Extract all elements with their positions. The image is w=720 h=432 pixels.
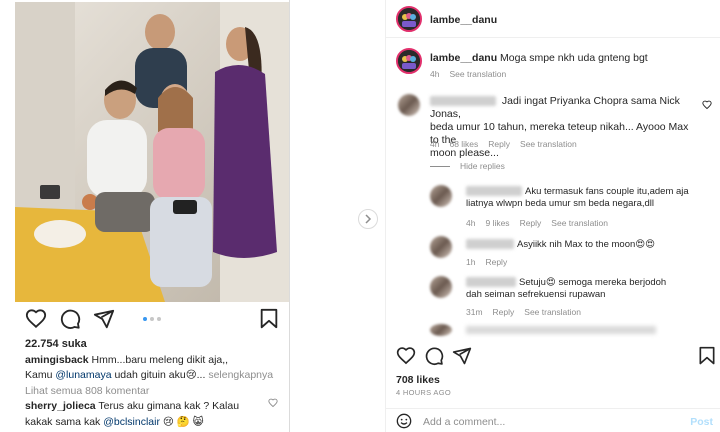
comment-username[interactable]: amingisback: [25, 354, 89, 366]
replies-divider: [430, 165, 450, 167]
comment-heart-icon[interactable]: [702, 100, 712, 110]
comment-time[interactable]: 4h: [466, 218, 475, 228]
comment-input[interactable]: Add a comment...: [423, 416, 505, 428]
reply-button[interactable]: Reply: [520, 218, 542, 228]
comment-text: Asyiikk nih Max to the moon😍😍: [517, 239, 656, 250]
comment-icon[interactable]: [59, 308, 81, 330]
comment-meta: 4h 9 likes Reply See translation: [466, 218, 618, 228]
carousel-dot-active: [143, 317, 147, 321]
reply-comment: Setuju😍 semoga mereka berjodoh dah seima…: [466, 277, 696, 301]
reply-button[interactable]: Reply: [493, 307, 515, 317]
carousel-dots: [143, 317, 161, 321]
blurred-comment: [466, 326, 656, 334]
reply-button[interactable]: Reply: [485, 257, 507, 267]
add-comment-bar: Add a comment... Post: [386, 408, 720, 432]
caption-text: Moga smpe nkh uda gnteng bgt: [500, 52, 648, 64]
post-photo-illustration: [15, 2, 289, 302]
comment-time[interactable]: 4h: [430, 139, 439, 149]
see-translation-link[interactable]: See translation: [551, 218, 608, 228]
comment-text: Aku termasuk fans couple itu,adem aja: [525, 186, 689, 197]
chevron-right-icon: [365, 214, 372, 224]
post-time[interactable]: 4 HOURS AGO: [396, 388, 451, 397]
bookmark-icon[interactable]: [259, 308, 279, 330]
see-translation-link[interactable]: See translation: [524, 307, 581, 317]
comment-text: kakak sama kak: [25, 416, 104, 428]
emoji-icon[interactable]: [396, 413, 412, 429]
comment-likes[interactable]: 68 likes: [449, 139, 478, 149]
header-username[interactable]: lambe__danu: [430, 14, 497, 26]
comment-line: Aku termasuk fans couple itu,adem aja: [466, 186, 696, 198]
caption-time[interactable]: 4h: [430, 69, 439, 79]
reply-button[interactable]: Reply: [488, 139, 510, 149]
comment-line: Jadi ingat Priyanka Chopra sama Nick Jon…: [430, 95, 700, 121]
comment-text: Terus aku gimana kak ? Kalau: [98, 400, 240, 412]
see-translation-link[interactable]: See translation: [520, 139, 577, 149]
carousel-next-button[interactable]: [358, 209, 378, 229]
bookmark-icon[interactable]: [698, 346, 716, 366]
avatar[interactable]: [430, 185, 452, 207]
comment-text: 😢 🤔 😸: [159, 416, 204, 428]
like-count[interactable]: 22.754 suka: [25, 338, 87, 350]
comment-heart-icon[interactable]: [268, 398, 278, 408]
avatar[interactable]: [398, 94, 420, 116]
comment-meta: 31m Reply See translation: [466, 307, 591, 317]
heart-icon[interactable]: [396, 346, 416, 366]
caption-meta: 4h See translation: [430, 69, 516, 79]
reply-comment: Asyiikk nih Max to the moon😍😍: [466, 238, 696, 251]
post-header: lambe__danu: [386, 0, 720, 38]
comment: Jadi ingat Priyanka Chopra sama Nick Jon…: [430, 95, 700, 160]
blurred-username[interactable]: [430, 96, 496, 107]
comment-text: dah seiman sefrekuensi rupawan: [466, 289, 606, 300]
avatar[interactable]: [430, 324, 452, 336]
desktop-post-panel: lambe__danu lambe__danu Moga smpe nkh ud…: [385, 0, 720, 432]
blurred-username[interactable]: [466, 186, 522, 197]
avatar[interactable]: [430, 276, 452, 298]
comment-sherry: sherry_jolieca Terus aku gimana kak ? Ka…: [25, 400, 239, 412]
comment-line: Setuju😍 semoga mereka berjodoh: [466, 277, 696, 289]
comment-time[interactable]: 1h: [466, 257, 475, 267]
comment-meta: 1h Reply: [466, 257, 517, 267]
see-more-link[interactable]: selengkapnya: [208, 369, 273, 381]
post-photo[interactable]: [15, 2, 289, 302]
comment-amingisback-line2: Kamu @lunamaya udah gituin aku😢... selen…: [25, 369, 273, 381]
caption-username[interactable]: lambe__danu: [430, 52, 497, 64]
hide-replies-label[interactable]: Hide replies: [460, 161, 505, 171]
comment-text: Hmm...baru meleng dikit aja,,: [91, 354, 229, 366]
comment-likes[interactable]: 9 likes: [485, 218, 509, 228]
blurred-username[interactable]: [466, 277, 516, 288]
comment-text: liatnya wlwpn beda umur sm beda negara,d…: [466, 198, 654, 209]
share-icon[interactable]: [93, 308, 115, 330]
blurred-username[interactable]: [466, 239, 514, 250]
avatar[interactable]: [396, 6, 422, 32]
comment-text: udah gituin aku😢...: [111, 369, 206, 381]
comment-amingisback: amingisback Hmm...baru meleng dikit aja,…: [25, 354, 228, 366]
mention-link[interactable]: @lunamaya: [55, 369, 111, 381]
avatar[interactable]: [396, 48, 422, 74]
share-icon[interactable]: [452, 346, 472, 366]
caption: lambe__danu Moga smpe nkh uda gnteng bgt: [430, 52, 648, 65]
comment-username[interactable]: sherry_jolieca: [25, 400, 96, 412]
comment-text: Setuju😍 semoga mereka berjodoh: [519, 277, 667, 288]
reply-comment: Aku termasuk fans couple itu,adem aja li…: [466, 186, 696, 210]
comment-meta: 4h 68 likes Reply See translation: [430, 139, 587, 149]
carousel-dot: [150, 317, 154, 321]
comment-text: Kamu: [25, 369, 56, 381]
like-count[interactable]: 708 likes: [396, 374, 440, 386]
see-translation-link[interactable]: See translation: [449, 69, 506, 79]
mention-link[interactable]: @bclsinclair: [103, 416, 160, 428]
mobile-post-panel: 22.754 suka amingisback Hmm...baru melen…: [0, 0, 290, 432]
heart-icon[interactable]: [25, 308, 47, 330]
view-all-comments-link[interactable]: Lihat semua 808 komentar: [25, 385, 149, 397]
post-button[interactable]: Post: [690, 416, 713, 428]
post-action-bar: [396, 346, 716, 368]
comment-icon[interactable]: [424, 346, 444, 366]
avatar[interactable]: [430, 236, 452, 258]
carousel-dot: [157, 317, 161, 321]
hide-replies-toggle[interactable]: Hide replies: [430, 161, 505, 171]
comment-time[interactable]: 31m: [466, 307, 483, 317]
comment-sherry-line2: kakak sama kak @bclsinclair 😢 🤔 😸: [25, 415, 204, 428]
